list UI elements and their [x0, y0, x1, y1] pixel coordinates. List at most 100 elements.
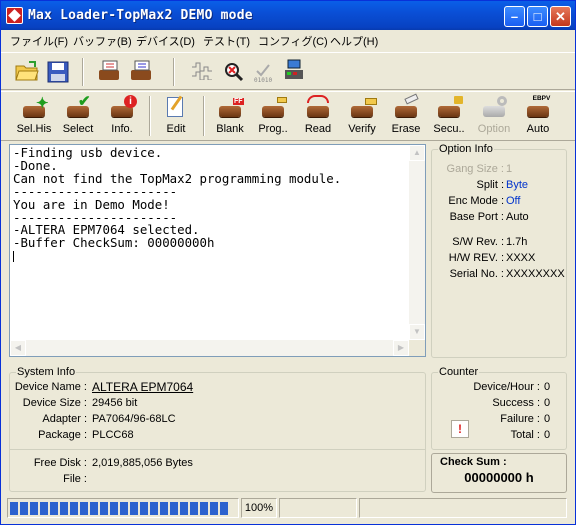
select-button[interactable]: ✔ Select — [57, 92, 99, 140]
auto-button[interactable]: EBPV Auto — [517, 92, 559, 140]
close-icon: ✕ — [555, 9, 566, 24]
maximize-button[interactable]: □ — [527, 6, 548, 27]
programmer-hardware-icon[interactable] — [283, 59, 305, 83]
option-info-title: Option Info — [438, 143, 494, 155]
select-label: Select — [62, 123, 94, 135]
progress-segment — [20, 502, 28, 515]
green-star-icon: ✦ — [36, 95, 49, 112]
package-value: PLCC68 — [92, 429, 134, 441]
reset-counter-button[interactable]: ! — [451, 420, 469, 438]
open-folder-icon[interactable] — [15, 61, 39, 81]
verify-label: Verify — [348, 123, 376, 135]
progress-segment — [110, 502, 118, 515]
sw-rev-label: S/W Rev. : — [452, 236, 504, 248]
verify-button[interactable]: Verify — [341, 92, 383, 140]
toolbar-separator — [149, 96, 151, 136]
status-field — [279, 498, 357, 518]
device-name-label: Device Name : — [14, 381, 87, 393]
auto-badge: EBPV — [532, 95, 551, 102]
horizontal-scrollbar[interactable]: ◀ ▶ — [10, 340, 409, 356]
counter-title: Counter — [438, 366, 480, 378]
chip-icon — [307, 106, 329, 117]
sel-his-button[interactable]: ✦ Sel.His — [13, 92, 55, 140]
system-info-group: System Info Device Name : ALTERA EPM7064… — [9, 366, 426, 492]
scroll-right-icon[interactable]: ▶ — [393, 340, 409, 356]
blank-button[interactable]: FF Blank — [209, 92, 251, 140]
status-field — [359, 498, 567, 518]
gang-size-label: Gang Size : — [446, 163, 504, 175]
read-button[interactable]: Read — [297, 92, 339, 140]
device-hour-label: Device/Hour : — [473, 381, 540, 393]
app-icon[interactable] — [6, 7, 23, 24]
progress-segment — [50, 502, 58, 515]
checksum-group: Check Sum : 00000000 h — [431, 453, 567, 493]
checksum-title: Check Sum : — [440, 456, 507, 468]
scroll-left-icon[interactable]: ◀ — [10, 340, 26, 356]
chip-icon — [351, 106, 373, 117]
erase-button[interactable]: Erase — [385, 92, 427, 140]
progress-segment — [170, 502, 178, 515]
menu-config[interactable]: コンフィグ(C) — [258, 33, 328, 49]
info-label: Info. — [111, 123, 133, 135]
blank-ff-badge: FF — [233, 98, 244, 105]
device-hour-value: 0 — [544, 381, 551, 393]
menu-file[interactable]: ファイル(F) — [10, 33, 68, 49]
scroll-up-icon[interactable]: ▲ — [409, 145, 425, 161]
checksum-value: 00000000 h — [464, 470, 534, 485]
secu-button[interactable]: Secu.. — [429, 92, 469, 140]
progress-segment — [210, 502, 218, 515]
counter-group: Counter Device/Hour : 0 Success : 0 Fail… — [431, 366, 567, 450]
wave-icon[interactable] — [191, 62, 213, 81]
progress-segment — [70, 502, 78, 515]
menu-device[interactable]: デバイス(D) — [136, 33, 195, 49]
progress-segment — [40, 502, 48, 515]
split-value: Byte — [506, 179, 529, 191]
hw-rev-value: XXXX — [506, 252, 536, 264]
gear-icon — [497, 96, 507, 106]
menu-help[interactable]: ヘルプ(H) — [330, 33, 378, 49]
title-bar[interactable]: Max Loader-TopMax2 DEMO mode – □ ✕ — [1, 1, 575, 30]
eraser-icon — [404, 93, 419, 105]
chip-icon — [262, 106, 284, 117]
progress-segment — [60, 502, 68, 515]
close-button[interactable]: ✕ — [550, 6, 571, 27]
status-bar: 100% — [1, 498, 575, 524]
auto-label: Auto — [526, 123, 550, 135]
binary-check-icon[interactable]: 01010 — [253, 61, 275, 84]
scroll-down-icon[interactable]: ▼ — [409, 324, 425, 340]
load-file-icon[interactable] — [97, 59, 121, 83]
main-window: Max Loader-TopMax2 DEMO mode – □ ✕ ファイル(… — [0, 0, 576, 525]
menu-test[interactable]: テスト(T) — [203, 33, 250, 49]
save-disk-icon[interactable] — [47, 61, 69, 83]
chip-icon — [219, 106, 241, 117]
device-size-label: Device Size : — [22, 397, 87, 409]
info-button[interactable]: i Info. — [101, 92, 143, 140]
success-value: 0 — [544, 397, 551, 409]
enc-mode-label: Enc Mode : — [448, 195, 504, 207]
adapter-value: PA7064/96-68LC — [92, 413, 176, 425]
folder-icon — [365, 98, 377, 105]
vertical-scrollbar[interactable]: ▲ ▼ — [409, 145, 425, 340]
scroll-corner — [409, 340, 425, 356]
svg-text:01010: 01010 — [254, 77, 272, 83]
edit-label: Edit — [166, 123, 186, 135]
progress-segment — [100, 502, 108, 515]
prog-button[interactable]: Prog.. — [253, 92, 293, 140]
option-info-group: Option Info Gang Size : 1 Split : Byte E… — [431, 143, 567, 358]
device-name-value[interactable]: ALTERA EPM7064 — [92, 380, 193, 394]
menu-buffer[interactable]: バッファ(B) — [73, 33, 132, 49]
message-log[interactable]: -Finding usb device. -Done. Can not find… — [9, 144, 426, 357]
read-arrow-icon — [307, 95, 329, 103]
edit-button[interactable]: Edit — [156, 92, 196, 140]
save-file-icon[interactable] — [129, 59, 153, 83]
option-button[interactable]: Option — [473, 92, 515, 140]
package-label: Package : — [38, 429, 87, 441]
minimize-button[interactable]: – — [504, 6, 525, 27]
search-chip-icon[interactable] — [223, 61, 245, 83]
toolbar-separator — [173, 58, 175, 86]
progress-segment — [140, 502, 148, 515]
progress-segment — [150, 502, 158, 515]
chip-icon — [527, 106, 549, 117]
progress-percent: 100% — [241, 498, 277, 518]
device-toolbar: ✦ Sel.His ✔ Select i Info. Edit FF Blank — [1, 91, 575, 141]
